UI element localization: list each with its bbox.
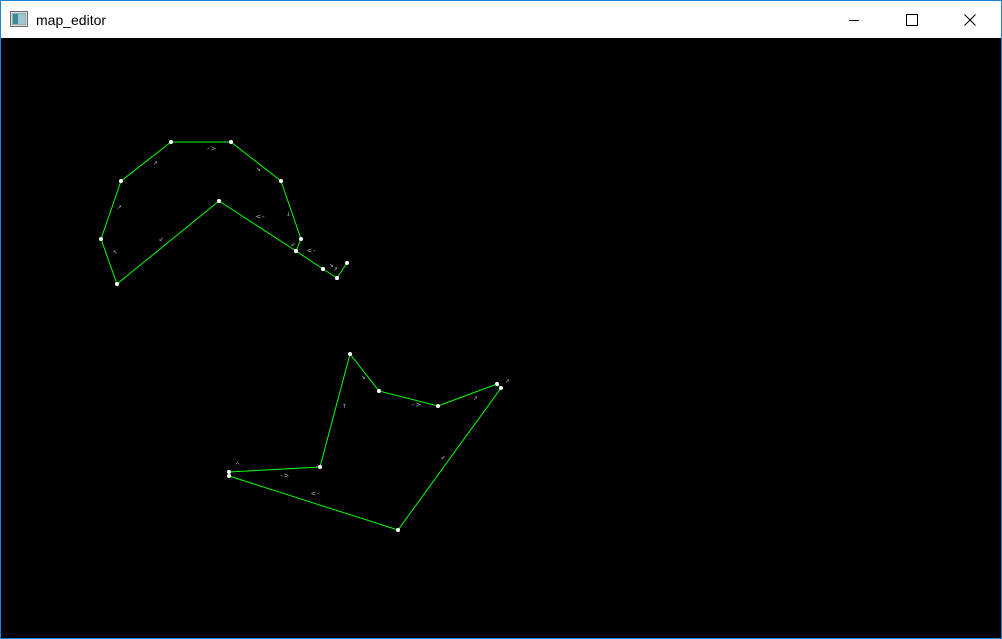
vertex-handle[interactable] — [495, 382, 499, 386]
close-button[interactable] — [947, 1, 993, 38]
close-icon — [964, 13, 976, 26]
vertex-handle[interactable] — [217, 199, 221, 203]
vertex-handle[interactable] — [169, 140, 173, 144]
edge-direction-arrow: ↖ — [113, 247, 118, 256]
maximize-button[interactable] — [889, 1, 935, 38]
vertex-handle[interactable] — [294, 249, 298, 253]
edge-direction-arrow: ↗ — [153, 158, 158, 167]
edge-direction-arrow: ↑ — [342, 401, 347, 410]
vertex-handle[interactable] — [396, 528, 400, 532]
edge-direction-arrow: ↗ — [505, 376, 510, 385]
vertex-handle[interactable] — [348, 352, 352, 356]
window-title: map_editor — [36, 12, 107, 28]
vertex-handle[interactable] — [279, 179, 283, 183]
vertex-handle[interactable] — [436, 404, 440, 408]
vertex-handle[interactable] — [227, 470, 231, 474]
edge-direction-arrow: ↙ — [441, 452, 446, 461]
polygon-1[interactable]: ↖↗↗->↘↓↙<-↘ ↗<-↙ — [99, 140, 349, 286]
polygon-2[interactable]: ^ -> ↑ ↘ -> ↗ ↗ ↙ <- — [227, 352, 510, 532]
vertex-handle[interactable] — [99, 237, 103, 241]
vertex-handle[interactable] — [318, 465, 322, 469]
title-bar[interactable]: map_editor — [1, 1, 1001, 38]
edge-direction-arrow: ↙ — [159, 234, 164, 243]
edge-direction-arrow: ↘ — [256, 164, 261, 173]
map-drawing[interactable]: ↖↗↗->↘↓↙<-↘ ↗<-↙^->↑↘->↗↗↙<- — [1, 38, 1001, 638]
edge-direction-arrow: <- — [256, 212, 266, 221]
edge-direction-arrow: ↙ — [291, 239, 296, 248]
map-canvas[interactable]: ↖ ↗ ↗ -> ↘ ↓ ↙ <- ↘ ↗ <- ↙ ^ -> ↑ ↘ -> ↗ ↗ ↙ <- — [1, 38, 1001, 638]
edge-direction-arrow: -> — [206, 144, 216, 153]
vertex-handle[interactable] — [299, 237, 303, 241]
edge-direction-arrow: ↗ — [473, 393, 478, 402]
minimize-button[interactable] — [831, 1, 877, 38]
edge-direction-arrow: <- — [311, 489, 321, 498]
vertex-handle[interactable] — [377, 389, 381, 393]
vertex-handle[interactable] — [345, 261, 349, 265]
vertex-handle[interactable] — [335, 276, 339, 280]
vertex-handle[interactable] — [229, 140, 233, 144]
app-window: map_editor ↖ ↗ ↗ -> ↘ ↓ ↙ <- ↘ ↗ <- ↙ ^ -> ↑ ↘ -> ↗ ↗ ↙ <- — [0, 0, 1002, 639]
edge-direction-arrow: <- — [307, 246, 317, 255]
vertex-handle[interactable] — [499, 386, 503, 390]
app-window-icon — [10, 11, 28, 27]
edge-direction-arrow: ↗ — [333, 264, 338, 273]
edge-direction-arrow: ↘ — [361, 372, 366, 381]
vertex-handle[interactable] — [321, 267, 325, 271]
vertex-handle[interactable] — [227, 474, 231, 478]
edge-direction-arrow: ↓ — [286, 209, 291, 218]
edge-direction-arrow: ↗ — [117, 202, 122, 211]
maximize-icon — [906, 13, 918, 26]
vertex-handle[interactable] — [115, 282, 119, 286]
edge-direction-arrow: ^ — [235, 461, 240, 470]
vertex-handle[interactable] — [119, 179, 123, 183]
edge-direction-arrow: -> — [411, 400, 421, 409]
edge-direction-arrow: -> — [279, 471, 289, 480]
minimize-icon — [848, 14, 860, 26]
polygon-edge[interactable] — [100, 141, 348, 285]
